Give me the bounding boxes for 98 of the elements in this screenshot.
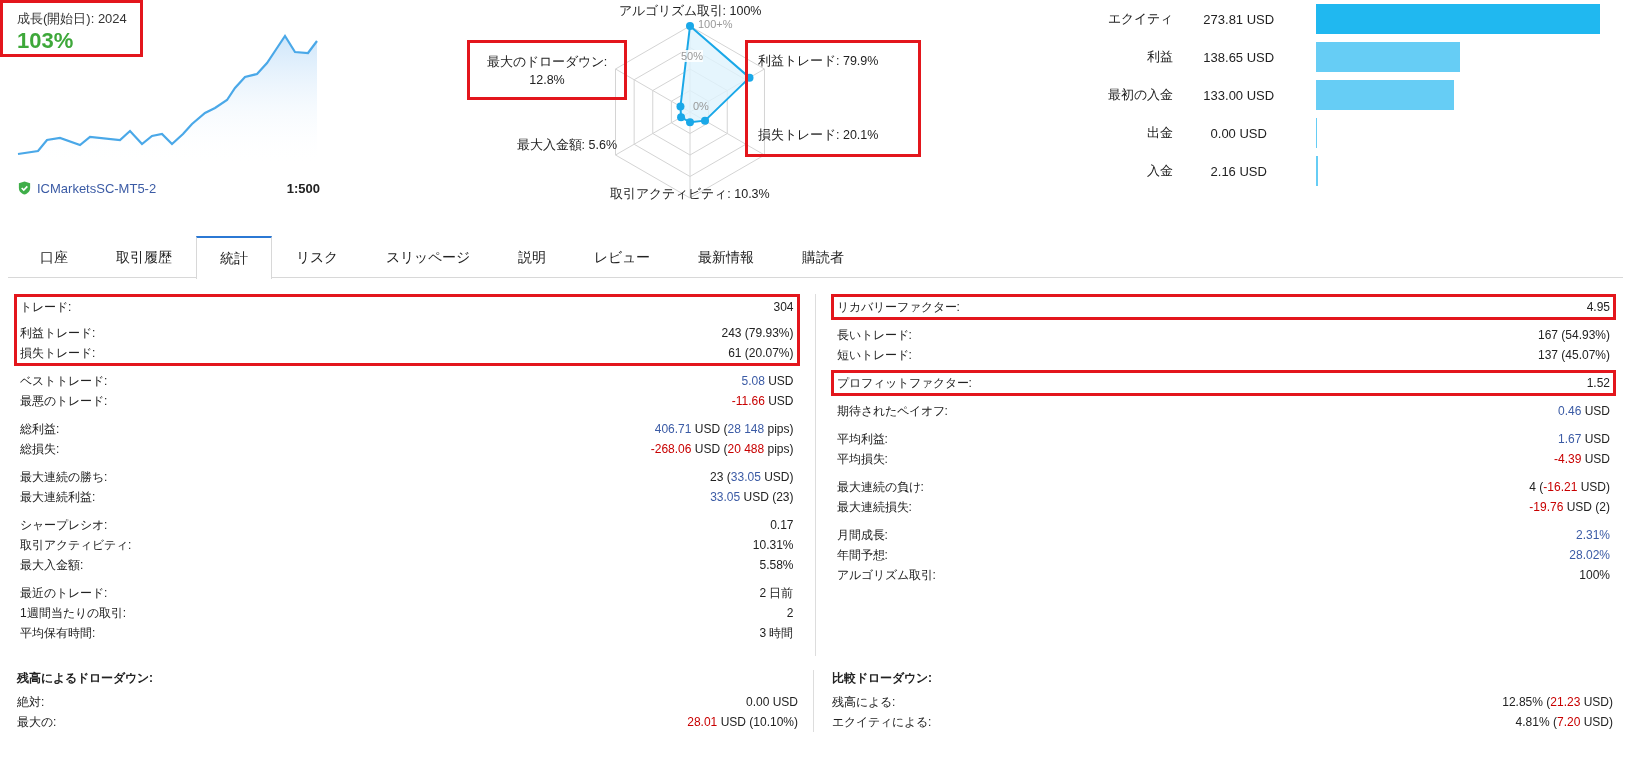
stat-label: 最大の:: [17, 713, 57, 731]
stat-value: 167 (54.93%): [1537, 328, 1610, 342]
stat-label: 最大連続の勝ち:: [20, 468, 108, 486]
tab[interactable]: レビュー: [570, 236, 674, 278]
stat-label: 年間予想:: [836, 546, 888, 564]
stat-label: 最大入金額:: [20, 556, 84, 574]
stat-label: アルゴリズム取引:: [836, 566, 936, 584]
stat-value: 137 (45.07%): [1537, 348, 1610, 362]
stat-label: 最近のトレード:: [20, 584, 108, 602]
tab[interactable]: 最新情報: [674, 236, 778, 278]
growth-label: 成長(開始日): 2024: [17, 10, 128, 28]
radar-axis-label: 最大入金額: 5.6%: [515, 137, 618, 154]
stat-value: 406.71 USD (28 148 pips): [654, 422, 794, 436]
stat-label: 利益トレード:: [20, 324, 96, 342]
stat-label: 短いトレード:: [836, 346, 912, 364]
section-title: 残高によるドローダウン:: [17, 670, 154, 687]
stat-label: シャープレシオ:: [20, 516, 108, 534]
tab[interactable]: 取引履歴: [92, 236, 196, 278]
leverage-value: 1:500: [286, 180, 320, 196]
tab[interactable]: 統計: [196, 236, 272, 279]
balance-value: 0.00 USD: [1209, 125, 1268, 141]
stat-value: -268.06 USD (20 488 pips): [650, 442, 794, 456]
stat-value: 3 時間: [759, 624, 794, 642]
balance-value: 138.65 USD: [1202, 49, 1276, 65]
stat-value: 61 (20.07%): [728, 346, 794, 360]
stat-label: エクイティによる:: [832, 713, 932, 731]
stat-value: 4.81% (7.20 USD): [1515, 715, 1613, 729]
radar-axis-value: 12.8%: [529, 72, 565, 87]
tab[interactable]: 購読者: [778, 236, 868, 278]
stat-value: 28.01 USD (10.10%): [687, 715, 798, 729]
stat-value: 1.67 USD: [1557, 432, 1610, 446]
stat-value: 4.95: [1586, 300, 1610, 314]
stat-value: 304: [773, 300, 794, 314]
stat-value: 0.00 USD: [745, 695, 798, 709]
stat-label: 平均損失:: [836, 450, 888, 468]
stat-label: 最大連続損失:: [836, 498, 912, 516]
balance-label: 利益: [1146, 48, 1174, 66]
stat-value: 2 日前: [759, 584, 794, 602]
balance-value: 2.16 USD: [1209, 163, 1268, 179]
radar-tick: 50%: [681, 50, 704, 62]
stat-label: 長いトレード:: [836, 326, 912, 344]
radar-axis-label: 損失トレード: 20.1%: [758, 127, 879, 144]
balance-value: 273.81 USD: [1202, 11, 1276, 27]
balance-label: エクイティ: [1107, 10, 1174, 28]
radar-tick: 0%: [693, 100, 709, 112]
stat-value: -4.39 USD: [1553, 452, 1610, 466]
stat-value: -19.76 USD (2): [1529, 500, 1610, 514]
tab[interactable]: リスク: [272, 236, 362, 278]
stat-value: 33.05 USD (23): [710, 490, 794, 504]
stat-label: 平均保有時間:: [20, 624, 96, 642]
stat-label: 1週間当たりの取引:: [20, 604, 126, 622]
radar-axis-label: 取引アクティビティ: 10.3%: [609, 186, 771, 203]
radar-point: [745, 73, 754, 82]
stat-value: 12.85% (21.23 USD): [1502, 695, 1613, 709]
stat-value: 5.08 USD: [741, 374, 794, 388]
stat-value: 28.02%: [1569, 548, 1610, 562]
balance-label: 最初の入金: [1107, 86, 1174, 104]
broker-link[interactable]: ICMarketsSC-MT5-2: [37, 180, 157, 196]
balance-label: 出金: [1146, 124, 1174, 142]
stat-label: 絶対:: [17, 693, 45, 711]
stat-label: 最大連続利益:: [20, 488, 96, 506]
stat-label: 最大連続の負け:: [836, 478, 924, 496]
stat-value: -11.66 USD: [731, 394, 794, 408]
stat-value: 100%: [1579, 568, 1610, 582]
radar-axis-label: 最大のドローダウン:: [486, 53, 608, 71]
stat-value: 4 (-16.21 USD): [1529, 480, 1610, 494]
stat-value: 0.17: [770, 518, 794, 532]
stat-value: 1.52: [1586, 376, 1610, 390]
radar-axis-label: 利益トレード: 79.9%: [758, 53, 879, 70]
stat-label: 取引アクティビティ:: [20, 536, 132, 554]
tab[interactable]: 口座: [16, 236, 92, 278]
stat-value: 0.46 USD: [1557, 404, 1610, 418]
stat-label: 総損失:: [20, 440, 60, 458]
stat-label: 平均利益:: [836, 430, 888, 448]
stat-label: 月間成長:: [836, 526, 888, 544]
stat-value: 5.58%: [759, 558, 794, 572]
radar-tick: 100+%: [698, 18, 733, 30]
section-title: 比較ドローダウン:: [832, 670, 933, 687]
stat-value: 2.31%: [1575, 528, 1610, 542]
tab[interactable]: スリッページ: [362, 236, 494, 278]
stat-value: 23 (33.05 USD): [710, 470, 794, 484]
stat-label: 期待されたペイオフ:: [836, 402, 948, 420]
stat-value: 2: [786, 606, 794, 620]
stat-label: 損失トレード:: [20, 344, 96, 362]
stat-label: プロフィットファクター:: [836, 374, 972, 392]
stat-value: 10.31%: [752, 538, 794, 552]
stat-label: 最悪のトレード:: [20, 392, 108, 410]
tab[interactable]: 説明: [494, 236, 570, 278]
stat-value: 243 (79.93%): [721, 326, 794, 340]
stat-label: トレード:: [20, 298, 72, 316]
stat-label: ベストトレード:: [20, 372, 108, 390]
stat-label: 残高による:: [832, 693, 896, 711]
growth-value: 103%: [17, 28, 75, 54]
radar-axis-label: アルゴリズム取引: 100%: [617, 3, 763, 20]
balance-label: 入金: [1146, 162, 1174, 180]
stat-label: 総利益:: [20, 420, 60, 438]
stat-label: リカバリーファクター:: [836, 298, 960, 316]
balance-value: 133.00 USD: [1202, 87, 1276, 103]
